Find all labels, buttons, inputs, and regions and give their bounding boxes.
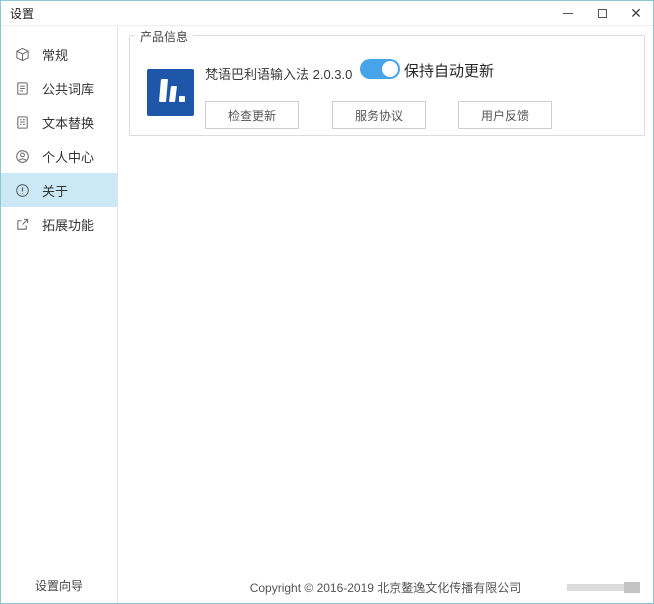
horizontal-scrollbar-thumb[interactable]: [624, 582, 640, 593]
sidebar-item-label: 常规: [42, 47, 69, 63]
sidebar-item-text-replace[interactable]: 文本替换: [1, 105, 117, 139]
sidebar-item-label: 个人中心: [42, 149, 95, 165]
window-controls: ✕: [551, 1, 653, 25]
sidebar: 常规 公共词库 文本替换 个人中心 关于 拓展功能 设置向导: [1, 26, 118, 603]
product-info-groupbox: 产品信息 梵语巴利语输入法 2.0.3.0 保持自动更新 检查更新 服务协议 用…: [129, 28, 645, 136]
user-feedback-button[interactable]: 用户反馈: [458, 101, 552, 129]
sidebar-item-label: 关于: [42, 183, 69, 199]
text-replace-icon: [14, 114, 30, 130]
toggle-knob: [382, 61, 398, 77]
logo-glyph-bar: [158, 79, 169, 102]
sidebar-item-extensions[interactable]: 拓展功能: [1, 207, 117, 241]
maximize-button[interactable]: [585, 1, 619, 25]
sidebar-item-about[interactable]: 关于: [1, 173, 117, 207]
sidebar-item-label: 公共词库: [42, 81, 95, 97]
minimize-icon: [563, 12, 573, 14]
check-update-button[interactable]: 检查更新: [205, 101, 299, 129]
service-agreement-button[interactable]: 服务协议: [332, 101, 426, 129]
auto-update-toggle[interactable]: [360, 59, 400, 79]
groupbox-title: 产品信息: [135, 28, 194, 45]
window-body: 常规 公共词库 文本替换 个人中心 关于 拓展功能 设置向导 产品信息 梵语巴利…: [1, 26, 653, 603]
sidebar-item-personal-center[interactable]: 个人中心: [1, 139, 117, 173]
logo-glyph-dot: [179, 96, 185, 102]
logo-glyph-bar: [169, 86, 177, 102]
sidebar-item-label: 拓展功能: [42, 217, 95, 233]
app-logo: [147, 69, 194, 116]
titlebar: 设置 ✕: [1, 1, 653, 26]
settings-wizard-link[interactable]: 设置向导: [1, 577, 117, 594]
dictionary-icon: [14, 80, 30, 96]
auto-update-label: 保持自动更新: [404, 63, 495, 80]
close-button[interactable]: ✕: [619, 1, 653, 25]
minimize-button[interactable]: [551, 1, 585, 25]
sidebar-item-public-dictionary[interactable]: 公共词库: [1, 71, 117, 105]
window-title: 设置: [10, 6, 35, 21]
main-content: 产品信息 梵语巴利语输入法 2.0.3.0 保持自动更新 检查更新 服务协议 用…: [118, 26, 653, 603]
sidebar-item-label: 文本替换: [42, 115, 95, 131]
cube-icon: [14, 46, 30, 62]
close-icon: ✕: [630, 5, 642, 21]
sidebar-item-general[interactable]: 常规: [1, 37, 117, 71]
user-icon: [14, 148, 30, 164]
settings-window: 设置 ✕ 常规 公共词库 文本替换 个人中心 关于 拓展功能 设置向导 产品信息…: [0, 0, 654, 604]
external-link-icon: [14, 216, 30, 232]
info-icon: [14, 182, 30, 198]
maximize-icon: [597, 8, 607, 18]
product-name-version: 梵语巴利语输入法 2.0.3.0: [205, 67, 353, 82]
